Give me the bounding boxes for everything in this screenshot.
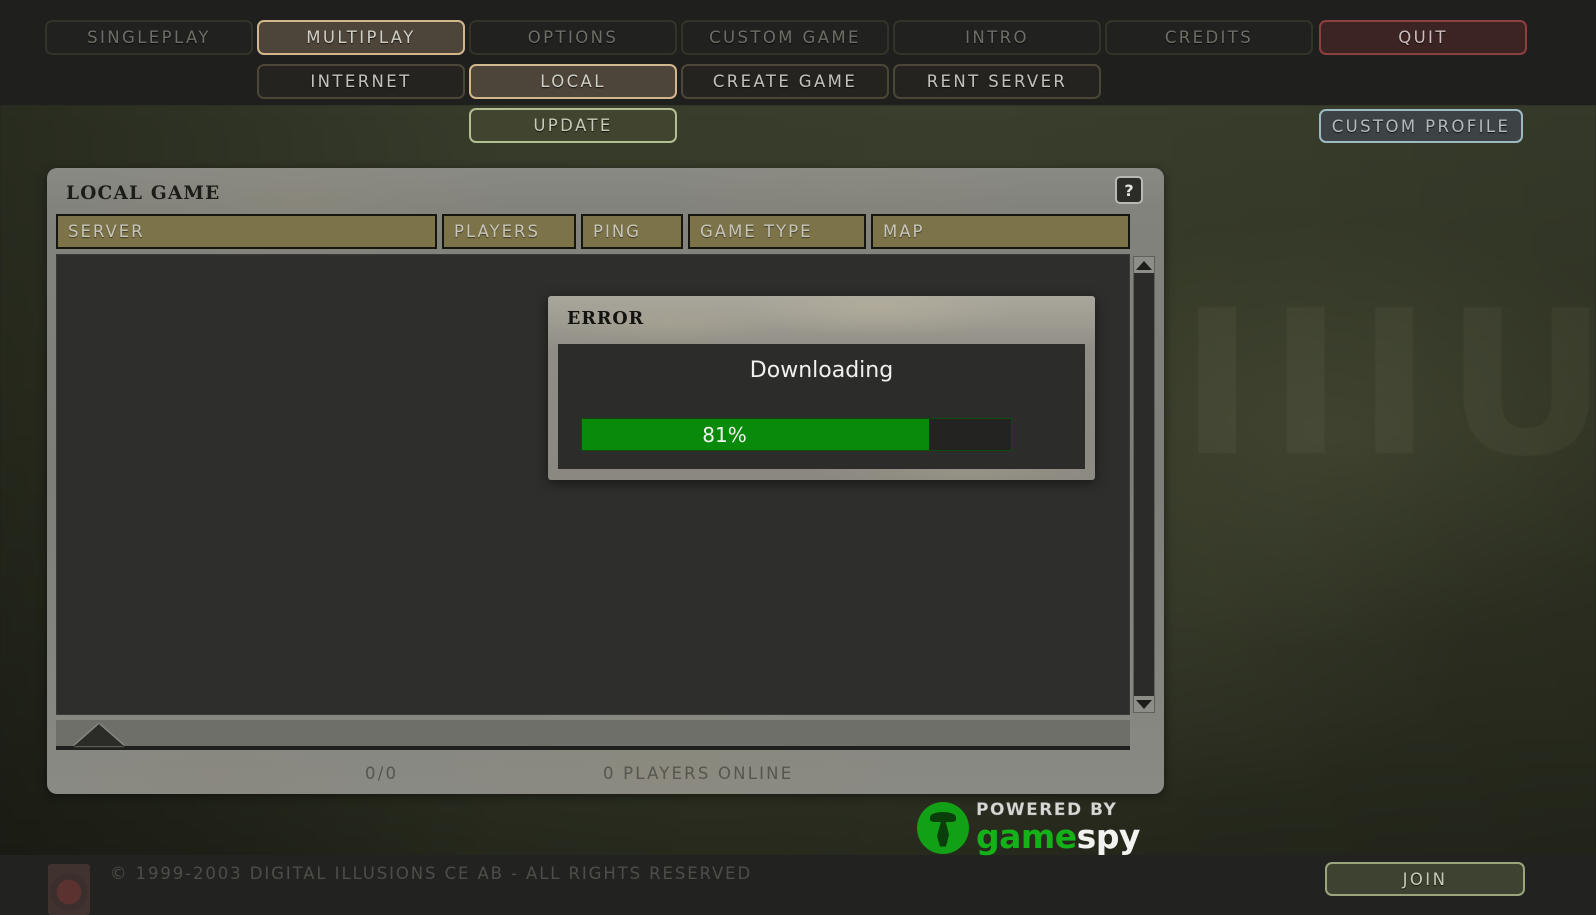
column-header-ping[interactable]: PING <box>581 214 683 249</box>
server-count-status: 0/0 <box>365 764 399 783</box>
error-dialog: ERROR Downloading 81% <box>548 296 1095 480</box>
nav-button-internet[interactable]: INTERNET <box>257 64 465 99</box>
horizontal-scroll-thumb[interactable] <box>74 724 124 746</box>
horizontal-scrollbar[interactable] <box>56 720 1130 750</box>
column-header-server[interactable]: SERVER <box>56 214 437 249</box>
help-icon[interactable]: ? <box>1115 176 1143 204</box>
download-progress-bar: 81% <box>581 418 1012 451</box>
nav-button-update[interactable]: UPDATE <box>469 108 677 143</box>
page-title: LOCAL GAME <box>66 183 221 204</box>
nav-button-rent-server[interactable]: RENT SERVER <box>893 64 1101 99</box>
custom-profile-button[interactable]: CUSTOM PROFILE <box>1319 109 1523 143</box>
gamespy-badge-icon <box>917 801 969 854</box>
nav-button-credits[interactable]: CREDITS <box>1105 20 1313 55</box>
nav-button-singleplay[interactable]: SINGLEPLAY <box>45 20 253 55</box>
gamespy-spy-text: spy <box>1076 817 1141 856</box>
publisher-logo-icon <box>48 864 90 915</box>
scroll-down-button[interactable] <box>1134 696 1154 712</box>
gamespy-wordmark: POWERED BY gamespy <box>976 801 1141 853</box>
nav-button-multiplay[interactable]: MULTIPLAY <box>257 20 465 55</box>
scroll-up-button[interactable] <box>1134 257 1154 273</box>
players-online-status: 0 PLAYERS ONLINE <box>603 764 794 783</box>
background-glyph: IIIU <box>1180 268 1596 501</box>
join-button[interactable]: JOIN <box>1325 862 1525 896</box>
nav-button-custom-game[interactable]: CUSTOM GAME <box>681 20 889 55</box>
column-header-game-type[interactable]: GAME TYPE <box>688 214 866 249</box>
game-menu-screen: IIIU SINGLEPLAY MULTIPLAY OPTIONS CUSTOM GA… <box>0 0 1596 915</box>
nav-button-quit[interactable]: QUIT <box>1319 20 1527 55</box>
column-header-players[interactable]: PLAYERS <box>442 214 576 249</box>
vertical-scrollbar[interactable] <box>1133 256 1155 713</box>
nav-button-create-game[interactable]: CREATE GAME <box>681 64 889 99</box>
column-header-map[interactable]: MAP <box>871 214 1130 249</box>
nav-button-intro[interactable]: INTRO <box>893 20 1101 55</box>
gamespy-logo: POWERED BY gamespy <box>917 800 1157 855</box>
nav-button-options[interactable]: OPTIONS <box>469 20 677 55</box>
dialog-message: Downloading <box>749 358 894 383</box>
triangle-down-icon <box>1136 699 1152 709</box>
nav-button-local[interactable]: LOCAL <box>469 64 677 99</box>
progress-percent-label: 81% <box>702 422 747 447</box>
gamespy-game-text: game <box>976 817 1077 856</box>
dialog-title: ERROR <box>567 309 645 329</box>
local-game-panel: LOCAL GAME ? SERVER PLAYERS PING GAME TYPE M… <box>47 168 1164 794</box>
triangle-up-icon <box>1136 260 1152 270</box>
dialog-body: Downloading 81% <box>558 344 1085 469</box>
gamespy-name: gamespy <box>976 820 1140 853</box>
copyright-text: © 1999-2003 DIGITAL ILLUSIONS CE AB - AL… <box>110 864 753 883</box>
